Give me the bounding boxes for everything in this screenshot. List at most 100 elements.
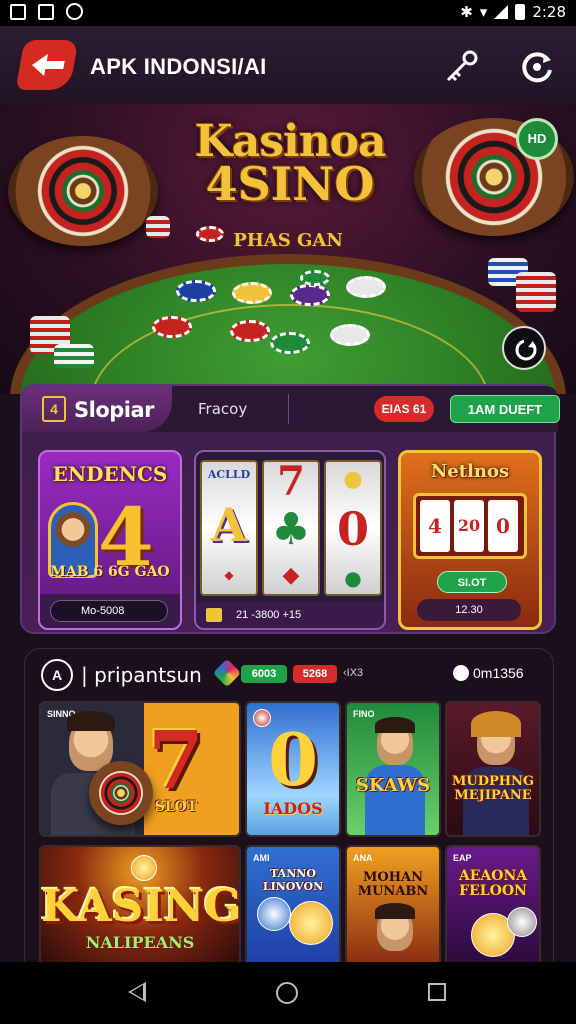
tile-subtitle: IADOS (263, 799, 323, 818)
chip-stack (516, 272, 556, 312)
game-tile[interactable]: MUDPHNG MEJIPANE (445, 701, 541, 837)
games-panel: A | pripantsun 6003 5268 ‹IX3 0m1356 SIN… (24, 648, 554, 969)
chip-icon (257, 897, 291, 931)
tile-tag: EAP (453, 853, 472, 863)
signal-icon (494, 5, 509, 19)
chip (346, 276, 386, 298)
image-icon (38, 3, 54, 20)
tab-secondary[interactable]: Fracoy (198, 400, 247, 418)
reel-top-symbol: ● (343, 466, 363, 492)
slot-reel: ● 0 ● (324, 460, 382, 596)
key-icon (446, 50, 478, 82)
game-tile[interactable]: SINNO 7 SLOT (39, 701, 241, 837)
green-badge[interactable]: 6003 (241, 665, 287, 683)
mini-reel: 20 (454, 500, 484, 552)
reel-symbol: A (211, 498, 247, 552)
chip (152, 316, 192, 338)
mini-reels: 4 20 0 (413, 493, 527, 559)
slot-reel: 7 ♣ ◆ (262, 458, 320, 596)
chip (176, 280, 216, 302)
reel-top-label: ACLLD (207, 468, 251, 481)
player-count: 0m1356 (473, 665, 524, 681)
chip (300, 270, 330, 286)
slot-game-card[interactable]: Netlnos 4 20 0 SI.OT 12.30 (398, 450, 542, 630)
chip-stack (54, 344, 94, 368)
slot-reel: ACLLD A ◆ (200, 460, 258, 596)
card-footer: Mo-5008 (40, 594, 180, 628)
card-footer-value: 21 -3800 +15 (236, 609, 302, 621)
battery-icon (515, 4, 526, 20)
status-left-icons (10, 3, 83, 20)
spin-button[interactable]: SI.OT (437, 571, 507, 593)
slots-tab-label: Slopiar (74, 398, 155, 422)
key-button[interactable] (442, 48, 480, 86)
notification-icon (10, 3, 26, 20)
reel-symbol: 0 (336, 502, 369, 556)
chip (230, 320, 270, 342)
tile-tag: FINO (353, 709, 375, 719)
tile-title: AEAONA FELOON (458, 868, 528, 899)
tile-tag: ANA (353, 853, 373, 863)
game-tile[interactable]: ANA MOHAN MUNABN (345, 845, 441, 969)
games-header: A | pripantsun 6003 5268 ‹IX3 0m1356 (25, 649, 553, 701)
hd-badge: HD (516, 118, 558, 160)
card-footer: 21 -3800 +15 (196, 602, 384, 628)
red-badge[interactable]: 5268 (293, 665, 337, 683)
small-label: ‹IX3 (343, 667, 364, 679)
tile-subtitle: NALIPEANS (85, 933, 195, 952)
players-icon (453, 665, 469, 681)
ticket-icon (206, 608, 222, 622)
slots-tab-icon: 4 (42, 396, 66, 422)
chip (290, 284, 330, 306)
slot-game-card[interactable]: ENDENCS 4 MAB 6 6G GAO Mo-5008 (38, 450, 182, 630)
bluetooth-icon: ✱ (460, 3, 473, 21)
game-tile[interactable]: 0 IADOS (245, 701, 341, 837)
slots-header: 4 Slopiar Fracoy EIAS 61 1AM DUEFT (22, 386, 560, 432)
tile-title: MOHAN MUNABN (357, 870, 429, 899)
tile-symbol: 7 (148, 713, 204, 807)
card-banner: MAB 6 6G GAO (50, 564, 170, 580)
coin-icon (131, 855, 157, 881)
red-action-button[interactable]: EIAS 61 (374, 396, 434, 422)
tile-title: KASING (41, 881, 241, 932)
refresh-icon (522, 52, 552, 83)
coin-icon (289, 901, 333, 945)
nav-recents-icon[interactable] (428, 983, 446, 1001)
games-section-icon: A (41, 659, 73, 691)
card-title: ENDENCS (52, 462, 168, 486)
green-action-button[interactable]: 1AM DUEFT (450, 395, 560, 423)
gem-icon (212, 658, 242, 688)
slots-panel: 4 Slopiar Fracoy EIAS 61 1AM DUEFT ENDEN… (20, 384, 560, 634)
nav-back-icon[interactable] (128, 982, 146, 1002)
mini-reel: 4 (420, 500, 450, 552)
back-arrow-icon (32, 54, 65, 76)
chip (232, 282, 272, 304)
reel-symbol: 7 (277, 458, 305, 505)
tile-subtitle: SLOT (154, 799, 198, 815)
status-time: 2:28 (532, 3, 566, 21)
status-bar: ✱ ▾ 2:28 (0, 0, 576, 26)
games-title: | pripantsun (81, 663, 202, 687)
system-nav-bar (0, 962, 576, 1024)
player-hair-image (375, 717, 415, 733)
chip-icon (507, 907, 537, 937)
nav-home-icon[interactable] (276, 982, 298, 1004)
reel-bottom-symbol: ● (344, 566, 362, 590)
hero-subtitle: PHAS GAN (233, 230, 343, 251)
game-tile[interactable]: FINO SKAWS (345, 701, 441, 837)
game-tile[interactable]: EAP AEAONA FELOON (445, 845, 541, 969)
price-pill: 12.30 (417, 599, 521, 621)
header-divider (288, 394, 289, 424)
card-title: Netlnos (430, 461, 510, 482)
hero-banner[interactable]: Kasinoa 4SINO PHAS GAN HD (0, 104, 576, 394)
refresh-button[interactable] (518, 48, 556, 86)
game-tile[interactable]: AMI TANNO LINOVON (245, 845, 341, 969)
slot-game-card[interactable]: ACLLD A ◆ 7 ♣ ◆ ● 0 ● 21 -3800 +15 (194, 450, 386, 630)
hero-action-button[interactable] (502, 326, 546, 370)
game-tile[interactable]: KASING NALIPEANS (39, 845, 241, 969)
tile-title: SKAWS (355, 775, 431, 796)
rotate-icon (515, 339, 537, 361)
tab-slots[interactable]: 4 Slopiar (22, 386, 172, 432)
tile-symbol: 0 (267, 717, 319, 802)
back-button[interactable] (15, 40, 79, 90)
